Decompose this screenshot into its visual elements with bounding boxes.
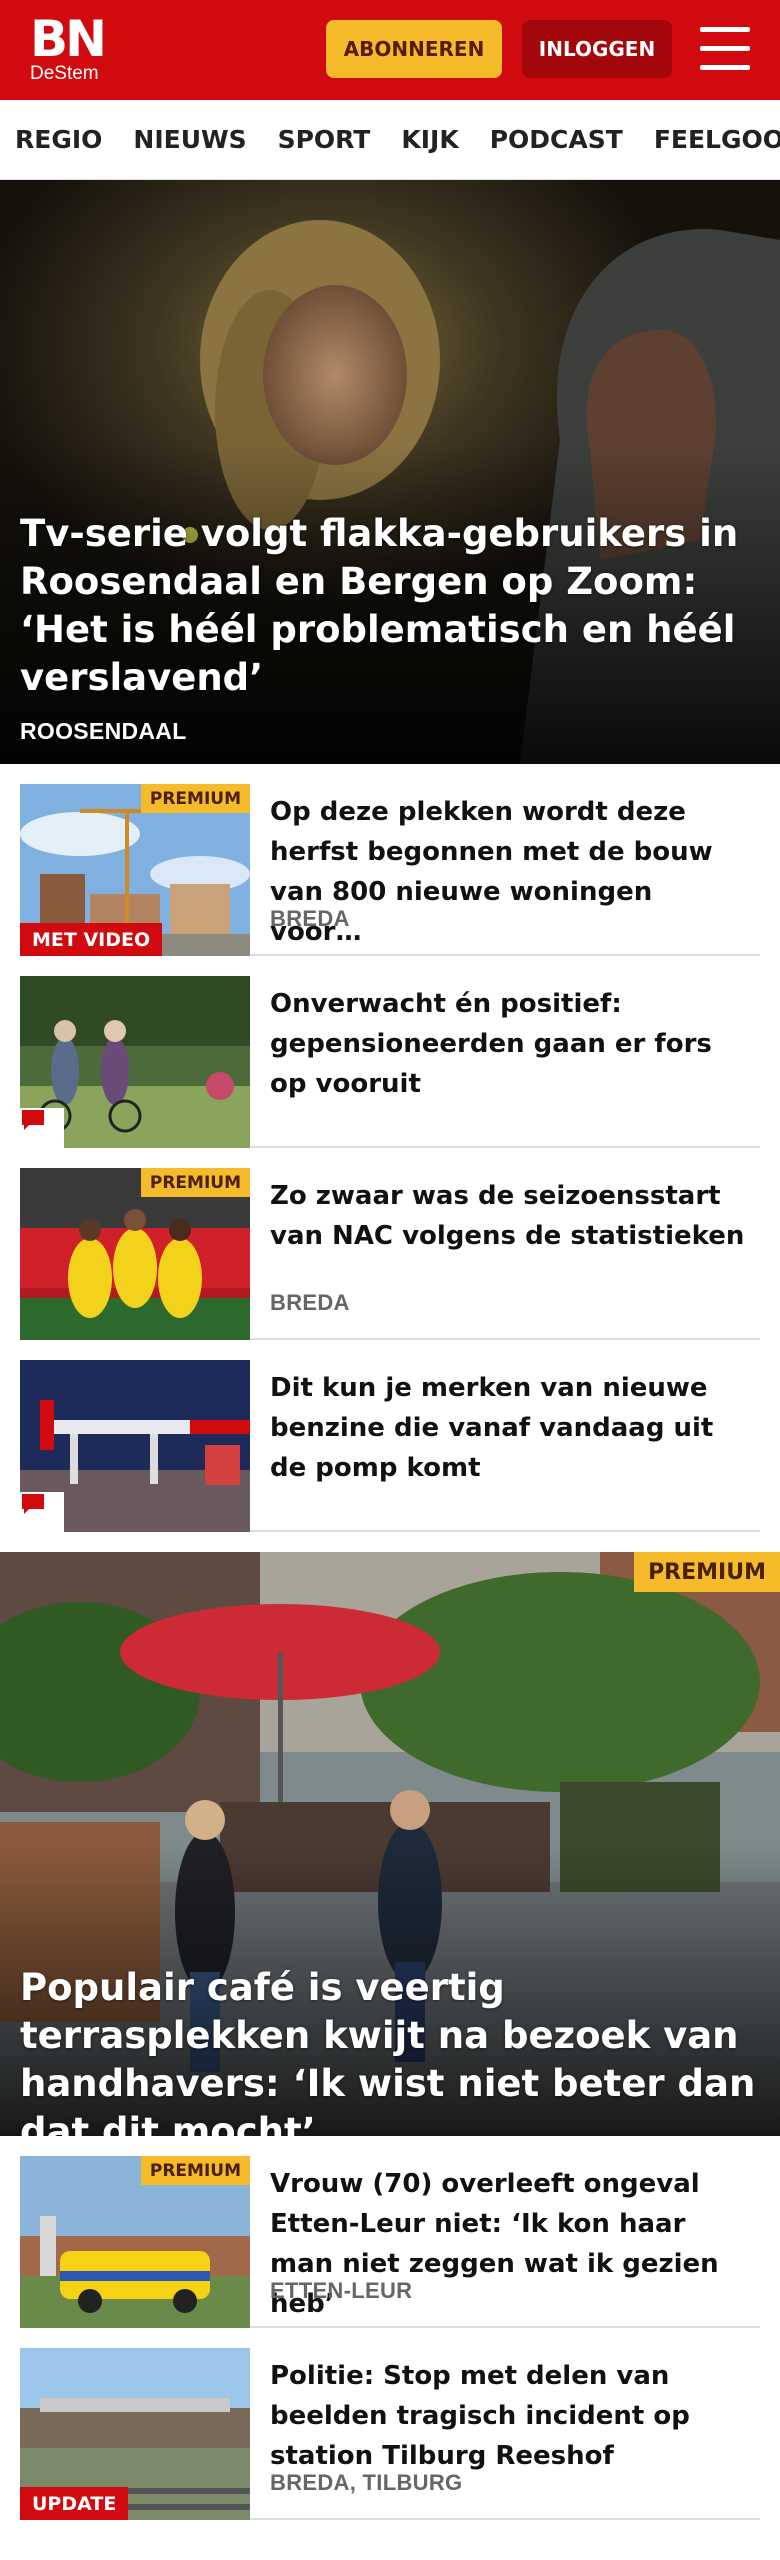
list-item[interactable]: Dit kun je merken van nieuwe benzine die… xyxy=(20,1360,760,1532)
premium-badge: PREMIUM xyxy=(140,2156,250,2185)
article-thumbnail: UPDATE xyxy=(20,2348,250,2520)
hamburger-menu-icon[interactable] xyxy=(700,27,750,71)
nav-item-nieuws[interactable]: NIEUWS xyxy=(133,125,246,154)
article-title[interactable]: Onverwacht én positief: gepensioneerden … xyxy=(270,984,750,1104)
nav-item-kijk[interactable]: KIJK xyxy=(401,125,458,154)
article-title[interactable]: Zo zwaar was de seizoensstart van NAC vo… xyxy=(270,1176,750,1256)
article-title[interactable]: Dit kun je merken van nieuwe benzine die… xyxy=(270,1368,750,1488)
article-location: ETTEN-LEUR xyxy=(270,2278,413,2303)
article-location: BREDA xyxy=(270,906,350,931)
article-location: BREDA xyxy=(270,1290,350,1315)
nav-item-regio[interactable]: REGIO xyxy=(15,125,102,154)
site-header: BN DeStem ABONNEREN INLOGGEN xyxy=(0,0,780,100)
list-item[interactable]: PREMIUM MET VIDEO Op deze plekken wordt … xyxy=(20,784,760,956)
list-item[interactable]: PREMIUM Vrouw (70) overleeft ongeval Ett… xyxy=(20,2156,760,2328)
article-thumbnail xyxy=(20,976,250,1148)
article-location: BREDA, TILBURG xyxy=(270,2470,463,2495)
comment-icon xyxy=(20,1108,64,1148)
login-button[interactable]: INLOGGEN xyxy=(522,20,672,78)
video-badge: MET VIDEO xyxy=(20,923,163,956)
premium-badge: PREMIUM xyxy=(140,784,250,813)
list-item[interactable]: Onverwacht én positief: gepensioneerden … xyxy=(20,976,760,1148)
list-item[interactable]: PREMIUM Zo zwaar was de seizoensstart va… xyxy=(20,1168,760,1340)
nav-item-feelgood[interactable]: FEELGOOD xyxy=(654,125,780,154)
hero-article[interactable]: Tv-serie volgt flakka-gebruikers in Roos… xyxy=(0,180,780,764)
comment-icon xyxy=(20,1492,64,1532)
hero-title[interactable]: Tv-serie volgt flakka-gebruikers in Roos… xyxy=(20,510,760,702)
article-thumbnail xyxy=(20,1360,250,1532)
nav-item-sport[interactable]: SPORT xyxy=(278,125,371,154)
feature-title[interactable]: Populair café is veertig terrasplekken k… xyxy=(20,1964,770,2136)
list-item[interactable]: UPDATE Politie: Stop met delen van beeld… xyxy=(20,2348,760,2520)
subscribe-button[interactable]: ABONNEREN xyxy=(326,20,502,78)
article-thumbnail: PREMIUM xyxy=(20,1168,250,1340)
logo-bn: BN xyxy=(30,10,107,68)
feature-article[interactable]: PREMIUM Populair café is veertig terrasp… xyxy=(0,1552,780,2136)
article-title[interactable]: Politie: Stop met delen van beelden trag… xyxy=(270,2356,750,2476)
article-thumbnail: PREMIUM xyxy=(20,2156,250,2328)
section-nav: REGIO NIEUWS SPORT KIJK PODCAST FEELGOOD xyxy=(0,100,780,180)
hero-location: ROOSENDAAL xyxy=(20,718,187,744)
premium-badge: PREMIUM xyxy=(140,1168,250,1197)
premium-badge: PREMIUM xyxy=(634,1552,780,1592)
nav-item-podcast[interactable]: PODCAST xyxy=(490,125,623,154)
site-logo[interactable]: BN DeStem xyxy=(30,14,114,84)
article-thumbnail: PREMIUM MET VIDEO xyxy=(20,784,250,956)
update-badge: UPDATE xyxy=(20,2487,129,2520)
